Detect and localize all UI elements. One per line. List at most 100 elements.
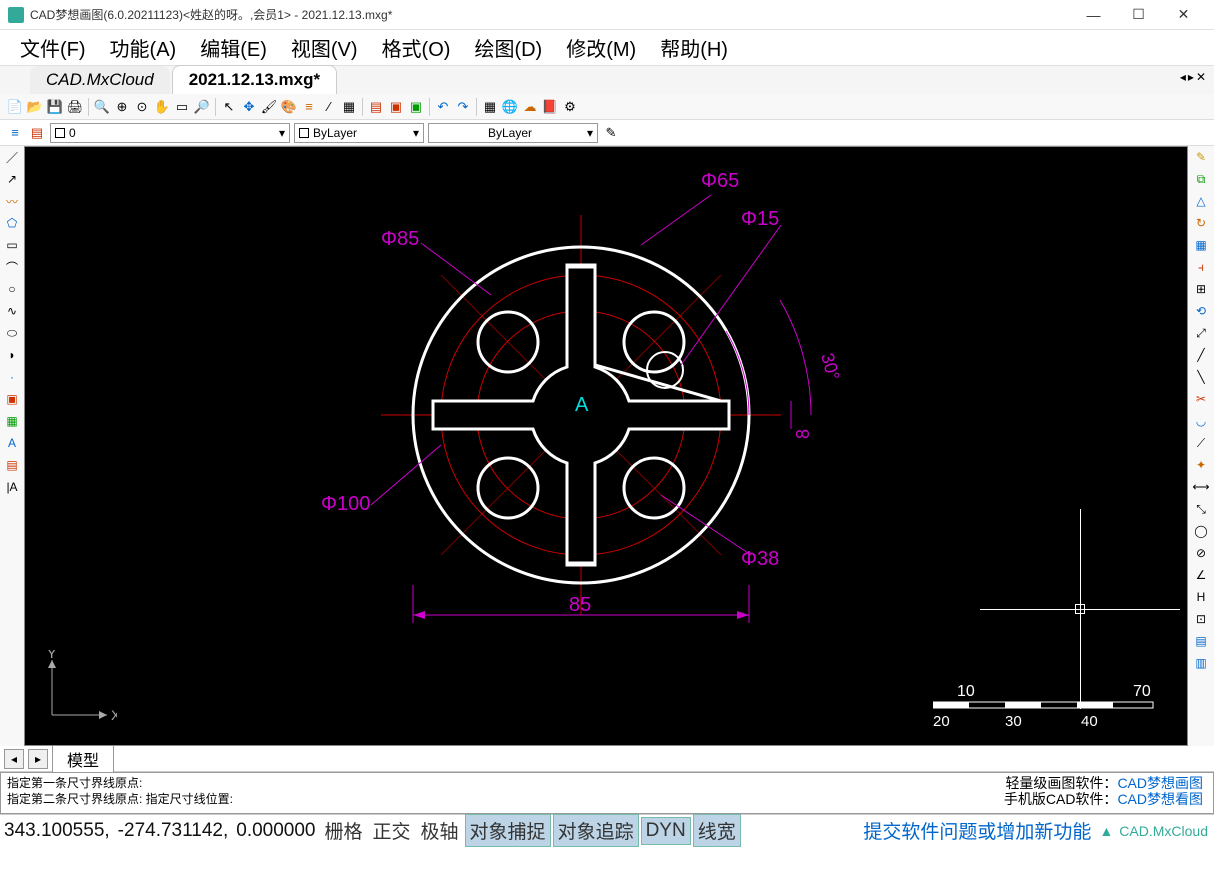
pan-icon[interactable]: ✋ [153, 98, 171, 116]
move-icon[interactable]: ✥ [240, 98, 258, 116]
text-tool-icon[interactable]: A [3, 434, 21, 452]
dim-style-icon[interactable]: ▥ [1192, 654, 1210, 672]
ellipse-arc-icon[interactable]: ◗ [3, 346, 21, 364]
open-icon[interactable]: 📂 [26, 98, 44, 116]
rotate-tool-icon[interactable]: ⟲ [1192, 302, 1210, 320]
hatch-tool-icon[interactable]: ▦ [3, 412, 21, 430]
align-tool-icon[interactable]: ⫞ [1192, 258, 1210, 276]
copy-tool-icon[interactable]: ⧉ [1192, 170, 1210, 188]
pdf-icon[interactable]: 📕 [541, 98, 559, 116]
mode-polar[interactable]: 极轴 [417, 815, 463, 846]
layers-icon[interactable]: ≡ [6, 124, 24, 142]
globe-icon[interactable]: 🌐 [501, 98, 519, 116]
model-tab[interactable]: 模型 [52, 744, 114, 774]
tab-current[interactable]: 2021.12.13.mxg* [172, 65, 337, 94]
print-icon[interactable]: 🖨 [66, 98, 84, 116]
layout-next-button[interactable]: ▸ [28, 749, 48, 769]
close-button[interactable]: ✕ [1161, 0, 1206, 30]
color-dropdown[interactable]: ByLayer ▾ [294, 123, 424, 143]
zoom-in-icon[interactable]: ⊕ [113, 98, 131, 116]
dim-radius-icon[interactable]: ◯ [1192, 522, 1210, 540]
tolerance-icon[interactable]: ⊡ [1192, 610, 1210, 628]
zoom-prev-icon[interactable]: 🔎 [193, 98, 211, 116]
xline-tool-icon[interactable]: ↗ [3, 170, 21, 188]
menu-format[interactable]: 格式(O) [372, 29, 461, 66]
tab-cloud[interactable]: CAD.MxCloud [30, 66, 170, 94]
new-icon[interactable]: 📄 [6, 98, 24, 116]
circle-tool-icon[interactable]: ○ [3, 280, 21, 298]
polyline-tool-icon[interactable]: 〰 [3, 192, 21, 210]
layout-prev-button[interactable]: ◂ [4, 749, 24, 769]
table-icon[interactable]: ▤ [367, 98, 385, 116]
fillet-tool-icon[interactable]: ◡ [1192, 412, 1210, 430]
arc-tool-icon[interactable]: ⌒ [3, 258, 21, 276]
mode-dyn[interactable]: DYN [641, 817, 691, 845]
settings-icon[interactable]: ⚙ [561, 98, 579, 116]
menu-view[interactable]: 视图(V) [281, 29, 368, 66]
maximize-button[interactable]: ☐ [1116, 0, 1161, 30]
chamfer-tool-icon[interactable]: ⟋ [1192, 434, 1210, 452]
extend-tool-icon[interactable]: ╲ [1192, 368, 1210, 386]
dim-angle-icon[interactable]: ∠ [1192, 566, 1210, 584]
undo-icon[interactable]: ↶ [434, 98, 452, 116]
canvas[interactable]: A 30° 8 Φ85 Φ65 Φ15 Φ38 Φ100 [24, 146, 1188, 746]
menu-edit[interactable]: 编辑(E) [190, 29, 277, 66]
linetype-dropdown[interactable]: ByLayer ▾ [428, 123, 598, 143]
trim-tool-icon[interactable]: ╱ [1192, 346, 1210, 364]
line-tool-icon[interactable]: ／ [3, 148, 21, 166]
menu-file[interactable]: 文件(F) [10, 29, 96, 66]
polygon-tool-icon[interactable]: ⬠ [3, 214, 21, 232]
mode-otrack[interactable]: 对象追踪 [553, 814, 639, 847]
offset-tool-icon[interactable]: ↻ [1192, 214, 1210, 232]
block-tool-icon[interactable]: ▣ [3, 390, 21, 408]
zoom-extents-icon[interactable]: ⊙ [133, 98, 151, 116]
qdim-icon[interactable]: ▤ [1192, 632, 1210, 650]
menu-function[interactable]: 功能(A) [100, 29, 187, 66]
layer-manager-icon[interactable]: ▤ [28, 124, 46, 142]
promo-link-2[interactable]: CAD梦想看图 [1117, 791, 1203, 807]
menu-draw[interactable]: 绘图(D) [464, 29, 552, 66]
mode-grid[interactable]: 栅格 [321, 815, 367, 846]
paint-icon[interactable]: 🖌 [260, 98, 278, 116]
spline-tool-icon[interactable]: ∿ [3, 302, 21, 320]
crop-icon[interactable]: ▦ [340, 98, 358, 116]
lineweight-icon[interactable]: ✎ [602, 124, 620, 142]
layer-dropdown[interactable]: 0 ▾ [50, 123, 290, 143]
explode-tool-icon[interactable]: ✦ [1192, 456, 1210, 474]
point-tool-icon[interactable]: · [3, 368, 21, 386]
zoom-window-icon[interactable]: ▭ [173, 98, 191, 116]
leader-icon[interactable]: H [1192, 588, 1210, 606]
scale-tool-icon[interactable]: ⤢ [1192, 324, 1210, 342]
command-panel[interactable]: 指定第一条尺寸界线原点: 指定第二条尺寸界线原点: 指定尺寸线位置: 轻量级画图… [0, 772, 1214, 814]
mode-lwt[interactable]: 线宽 [693, 814, 741, 847]
promo-link-1[interactable]: CAD梦想画图 [1117, 775, 1203, 791]
block-icon[interactable]: ▣ [387, 98, 405, 116]
grid-tool-icon[interactable]: ⊞ [1192, 280, 1210, 298]
array-tool-icon[interactable]: ▦ [1192, 236, 1210, 254]
select-icon[interactable]: ↖ [220, 98, 238, 116]
minimize-button[interactable]: — [1071, 0, 1116, 30]
mode-osnap[interactable]: 对象捕捉 [465, 814, 551, 847]
rectangle-tool-icon[interactable]: ▭ [3, 236, 21, 254]
redo-icon[interactable]: ↷ [454, 98, 472, 116]
tab-prev-icon[interactable]: ◂ [1180, 70, 1186, 84]
color-icon[interactable]: 🎨 [280, 98, 298, 116]
mtext2-tool-icon[interactable]: |A [3, 478, 21, 496]
ellipse-tool-icon[interactable]: ⬭ [3, 324, 21, 342]
dim-diameter-icon[interactable]: ⊘ [1192, 544, 1210, 562]
insert-icon[interactable]: ▣ [407, 98, 425, 116]
feedback-link[interactable]: 提交软件问题或增加新功能 [863, 817, 1099, 844]
mirror-tool-icon[interactable]: △ [1192, 192, 1210, 210]
tab-next-icon[interactable]: ▸ [1188, 70, 1194, 84]
tab-close-icon[interactable]: ✕ [1196, 70, 1206, 84]
edit-tool-icon[interactable]: ✎ [1192, 148, 1210, 166]
layer-icon[interactable]: ≡ [300, 98, 318, 116]
break-tool-icon[interactable]: ✂ [1192, 390, 1210, 408]
menu-help[interactable]: 帮助(H) [650, 29, 738, 66]
save-icon[interactable]: 💾 [46, 98, 64, 116]
export-icon[interactable]: ▦ [481, 98, 499, 116]
zoom-icon[interactable]: 🔍 [93, 98, 111, 116]
mode-ortho[interactable]: 正交 [369, 815, 415, 846]
dim-linear-icon[interactable]: ⟷ [1192, 478, 1210, 496]
cloud-icon[interactable]: ☁ [521, 98, 539, 116]
